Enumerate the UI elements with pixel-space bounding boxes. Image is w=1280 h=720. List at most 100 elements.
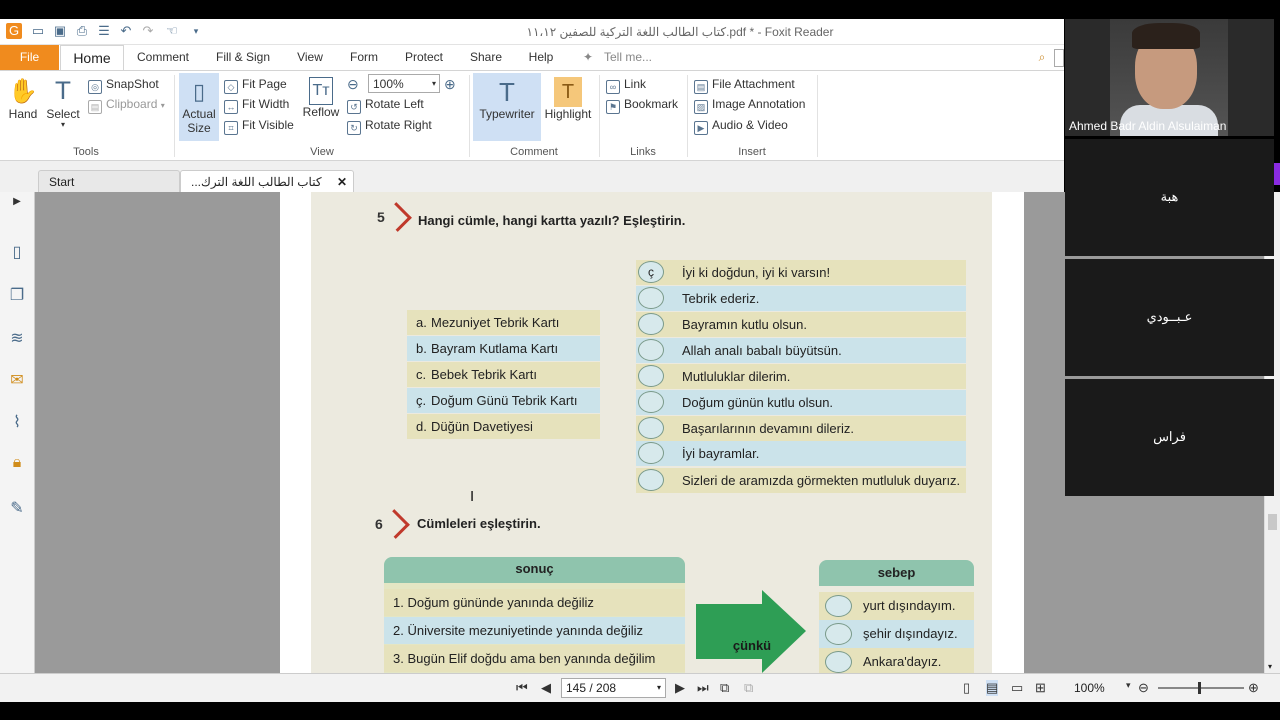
previous-view-icon[interactable]: ⧉	[720, 680, 729, 696]
properties-icon[interactable]: ☰	[96, 23, 112, 39]
select-dropdown-icon: ▾	[60, 120, 65, 129]
find-folder-icon[interactable]: ⌕	[1034, 45, 1050, 70]
zoom-slider-thumb[interactable]	[1198, 682, 1201, 694]
select-tool-button[interactable]: 𝖳 Select ▾	[44, 77, 82, 129]
tell-me-search[interactable]: Tell me...	[604, 45, 664, 70]
actual-size-button[interactable]: ▯ Actual Size	[179, 73, 219, 141]
next-page-icon[interactable]: ▶	[675, 680, 685, 696]
continuous-page-icon[interactable]: ▤	[986, 680, 999, 696]
save-icon[interactable]: ▣	[52, 23, 68, 39]
snapshot-button[interactable]: ◎ SnapShot	[88, 75, 159, 94]
hand-tool-quick-icon[interactable]: ☜	[164, 23, 180, 39]
typewriter-button[interactable]: T Typewriter	[473, 73, 541, 141]
menu-view[interactable]: View	[290, 45, 330, 70]
link-button[interactable]: ∞ Link	[606, 75, 646, 94]
answer-circle[interactable]	[825, 595, 852, 617]
scroll-down-icon[interactable]: ▾	[1268, 662, 1272, 671]
zoom-level-dropdown-icon[interactable]: ▾	[1126, 680, 1131, 691]
audio-video-button[interactable]: ▶ Audio & Video	[694, 116, 788, 135]
menu-fill-sign[interactable]: Fill & Sign	[210, 45, 276, 70]
layers-icon[interactable]: ≋	[7, 328, 27, 348]
answer-circle[interactable]	[638, 442, 664, 464]
file-attachment-button[interactable]: ▤ File Attachment	[694, 75, 795, 94]
clipboard-button[interactable]: ▤ Clipboard ▾	[88, 95, 165, 114]
page-number-input[interactable]: 145 / 208 ▾	[561, 678, 666, 698]
zoom-out-button[interactable]: ⊖	[347, 75, 359, 93]
continuous-facing-icon[interactable]: ⊞	[1035, 680, 1046, 696]
answer-circle[interactable]	[638, 417, 664, 439]
menu-home[interactable]: Home	[60, 45, 124, 70]
answer-circle[interactable]	[638, 287, 664, 309]
card-letter: a.	[416, 315, 427, 330]
participant-video-tile[interactable]: فراس	[1065, 379, 1274, 496]
menu-protect[interactable]: Protect	[400, 45, 448, 70]
status-zoom-in-icon[interactable]: ⊕	[1248, 680, 1259, 696]
menu-share[interactable]: Share	[464, 45, 508, 70]
menu-file[interactable]: File	[0, 45, 59, 70]
next-view-icon[interactable]: ⧉	[744, 680, 753, 696]
previous-page-icon[interactable]: ◀	[541, 680, 551, 696]
answer-circle[interactable]	[638, 391, 664, 413]
exercise-title: Cümleleri eşleştirin.	[417, 516, 541, 531]
pages-icon[interactable]: ❐	[7, 285, 27, 305]
status-zoom-out-icon[interactable]: ⊖	[1138, 680, 1149, 696]
sebep-item: Ankara'dayız.	[819, 648, 974, 676]
card-item: ç. Doğum Günü Tebrik Kartı	[407, 388, 600, 413]
comments-icon[interactable]: ✉	[7, 370, 27, 390]
bookmark-button[interactable]: ⚑ Bookmark	[606, 95, 678, 114]
find-input[interactable]	[1054, 49, 1064, 67]
print-icon[interactable]: ⎙	[74, 23, 90, 39]
fit-page-button[interactable]: ◇ Fit Page	[224, 75, 287, 94]
fit-width-button[interactable]: ↔ Fit Width	[224, 95, 289, 114]
signature-icon[interactable]: ✎	[7, 498, 27, 518]
redo-icon[interactable]: ↷	[140, 23, 156, 39]
first-page-icon[interactable]: ⏮	[516, 680, 528, 696]
tab-start[interactable]: Start	[38, 170, 180, 192]
expand-panel-icon[interactable]: ▶	[7, 196, 27, 216]
undo-icon[interactable]: ↶	[118, 23, 134, 39]
last-page-icon[interactable]: ⏭	[697, 680, 709, 696]
answer-circle[interactable]	[825, 623, 852, 645]
zoom-slider[interactable]	[1158, 682, 1244, 694]
card-text: Mezuniyet Tebrik Kartı	[431, 315, 560, 330]
answer-circle[interactable]	[638, 365, 664, 387]
participant-video-tile[interactable]: Ahmed Badr Aldin Alsulaiman	[1065, 19, 1274, 136]
security-lock-icon[interactable]: 🔒︎	[7, 454, 27, 474]
reflow-button[interactable]: Tт Reflow	[300, 77, 342, 119]
tab-document[interactable]: ...كتاب الطالب اللغة الترك ✕	[180, 170, 354, 192]
hand-tool-button[interactable]: ✋ Hand	[4, 77, 42, 121]
single-page-icon[interactable]: ▯	[963, 680, 970, 696]
attachments-icon[interactable]: ⌇	[7, 412, 27, 432]
select-cursor-icon: 𝖳	[55, 78, 71, 105]
menu-help[interactable]: Help	[524, 45, 558, 70]
answer-circle[interactable]	[825, 651, 852, 673]
close-tab-icon[interactable]: ✕	[337, 171, 347, 193]
page-thumbnails-icon[interactable]: ▯	[7, 242, 27, 262]
ribbon-separator	[599, 75, 600, 157]
participant-video-tile[interactable]: هبة	[1065, 139, 1274, 256]
highlight-button[interactable]: T Highlight	[543, 77, 593, 121]
scrollbar-thumb[interactable]	[1268, 514, 1277, 530]
zoom-in-button[interactable]: ⊕	[444, 75, 456, 93]
sebep-item: şehir dışındayız.	[819, 620, 974, 648]
menu-form[interactable]: Form	[344, 45, 384, 70]
zoom-select[interactable]: 100% ▾	[368, 74, 440, 93]
fit-visible-button[interactable]: ⌗ Fit Visible	[224, 116, 294, 135]
hand-icon: ✋	[8, 78, 38, 105]
participant-video-tile[interactable]: عـبــودي	[1065, 259, 1274, 376]
menu-comment[interactable]: Comment	[134, 45, 192, 70]
answer-circle[interactable]	[638, 469, 664, 491]
zoom-level[interactable]: 100%	[1074, 681, 1105, 695]
sentence-item: Sizleri de aramızda görmekten mutluluk d…	[636, 468, 966, 493]
answer-circle[interactable]	[638, 313, 664, 335]
sebep-text: Ankara'dayız.	[863, 654, 942, 669]
answer-circle[interactable]: ç	[638, 261, 664, 283]
fit-visible-icon: ⌗	[224, 121, 238, 135]
answer-circle[interactable]	[638, 339, 664, 361]
facing-page-icon[interactable]: ▭	[1011, 680, 1023, 696]
image-annotation-button[interactable]: ▨ Image Annotation	[694, 95, 805, 114]
rotate-right-button[interactable]: ↻ Rotate Right	[347, 116, 432, 135]
rotate-left-button[interactable]: ↺ Rotate Left	[347, 95, 424, 114]
open-icon[interactable]: ▭	[30, 23, 46, 39]
customize-dropdown-icon[interactable]: ▾	[188, 23, 204, 39]
